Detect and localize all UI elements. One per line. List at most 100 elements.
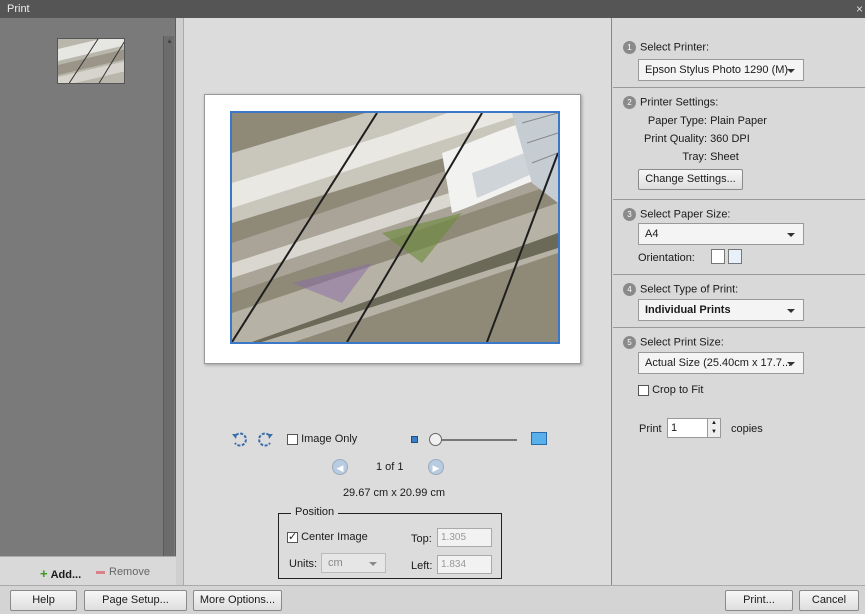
preview-panel: Image Only ◀ 1 of 1 ▶ 29.67 cm x 20.99 c… xyxy=(176,18,612,585)
orientation-row: Orientation: xyxy=(638,252,695,264)
units-select[interactable]: cm xyxy=(321,553,386,573)
units-value: cm xyxy=(328,557,343,569)
top-label: Top: xyxy=(411,533,432,545)
copies-label: copies xyxy=(731,423,763,435)
page-setup-button[interactable]: Page Setup... xyxy=(84,590,187,611)
add-button[interactable]: + Add... xyxy=(40,566,81,581)
orientation-label: Orientation: xyxy=(638,252,695,264)
print-size-select[interactable]: Actual Size (25.40cm x 17.7... xyxy=(638,352,804,374)
position-legend: Position xyxy=(291,506,339,518)
print-button[interactable]: Print... xyxy=(725,590,793,611)
copies-value: 1 xyxy=(671,422,678,434)
copies-spinner[interactable]: ▲ ▼ xyxy=(707,419,720,437)
zoom-out-icon[interactable] xyxy=(411,436,418,443)
print-type-heading: 4 Select Type of Print: xyxy=(623,283,738,296)
image-only-checkbox[interactable] xyxy=(287,433,298,445)
print-type-section: 4 Select Type of Print: Individual Prints xyxy=(613,275,865,328)
crop-to-fit-checkbox[interactable] xyxy=(638,384,649,396)
change-settings-button[interactable]: Change Settings... xyxy=(638,169,743,190)
print-quality-value: 360 DPI xyxy=(710,133,750,145)
zoom-in-icon[interactable] xyxy=(531,432,547,445)
chevron-down-icon xyxy=(369,562,377,566)
plus-icon: + xyxy=(40,566,48,581)
photo-preview[interactable] xyxy=(230,111,560,344)
paper-size-value: A4 xyxy=(645,228,659,240)
next-page-button[interactable]: ▶ xyxy=(428,459,444,475)
rotate-left-icon[interactable] xyxy=(231,431,249,449)
paper-size-section: 3 Select Paper Size: A4 Orientation: xyxy=(613,200,865,275)
chevron-down-icon xyxy=(787,309,795,313)
printer-settings-section: 2 Printer Settings: Paper Type: Plain Pap… xyxy=(613,88,865,200)
zoom-slider-knob[interactable] xyxy=(429,433,442,446)
copies-field[interactable]: 1 ▲ ▼ xyxy=(667,418,721,438)
zoom-slider[interactable] xyxy=(431,439,517,441)
print-type-title: Select Type of Print: xyxy=(640,283,739,296)
previous-page-button[interactable]: ◀ xyxy=(332,459,348,475)
minus-icon xyxy=(96,570,105,574)
step-number-icon: 5 xyxy=(623,336,636,349)
print-size-section: 5 Select Print Size: Actual Size (25.40cm… xyxy=(613,328,865,448)
close-icon[interactable]: × xyxy=(856,0,863,18)
chevron-down-icon xyxy=(787,362,795,366)
settings-panel: 1 Select Printer: Epson Stylus Photo 1290… xyxy=(613,18,865,585)
step-number-icon: 4 xyxy=(623,283,636,296)
remove-label: Remove xyxy=(109,566,150,578)
printer-value: Epson Stylus Photo 1290 (M) xyxy=(645,64,789,76)
dialog-footer: Help Page Setup... More Options... Print… xyxy=(0,585,865,614)
center-image-checkbox[interactable] xyxy=(287,530,298,543)
paper-preview xyxy=(204,94,581,364)
scroll-up-icon[interactable]: ▲ xyxy=(166,38,173,45)
tray-row: Tray: Sheet xyxy=(637,151,739,163)
select-printer-section: 1 Select Printer: Epson Stylus Photo 1290… xyxy=(613,18,865,88)
paper-size-select[interactable]: A4 xyxy=(638,223,804,245)
photo-thumbnail[interactable] xyxy=(57,38,125,84)
chevron-down-icon xyxy=(787,233,795,237)
image-only-toggle[interactable]: Image Only xyxy=(287,433,357,445)
help-button[interactable]: Help xyxy=(10,590,77,611)
step-number-icon: 3 xyxy=(623,208,636,221)
tray-value: Sheet xyxy=(710,151,739,163)
rotate-right-icon[interactable] xyxy=(256,431,274,449)
tray-label: Tray: xyxy=(682,151,707,163)
select-printer-title: Select Printer: xyxy=(640,41,710,54)
splitter[interactable] xyxy=(176,18,184,585)
print-type-select[interactable]: Individual Prints xyxy=(638,299,804,321)
paper-type-row: Paper Type: Plain Paper xyxy=(637,115,767,127)
print-quality-row: Print Quality: 360 DPI xyxy=(637,133,750,145)
print-size-title: Select Print Size: xyxy=(640,336,724,349)
print-quality-label: Print Quality: xyxy=(644,133,707,145)
paper-size-heading: 3 Select Paper Size: xyxy=(623,208,731,221)
units-label: Units: xyxy=(289,558,318,570)
top-field[interactable]: 1.305 xyxy=(437,528,492,547)
paper-type-label: Paper Type: xyxy=(647,115,707,127)
landscape-orientation-icon[interactable] xyxy=(728,249,742,264)
print-label: Print xyxy=(639,423,662,435)
left-label: Left: xyxy=(411,560,433,572)
cancel-button[interactable]: Cancel xyxy=(799,590,859,611)
print-size-heading: 5 Select Print Size: xyxy=(623,336,724,349)
thumbnail-panel: ▲ ▼ +Add... Remove xyxy=(0,18,176,585)
chevron-down-icon xyxy=(787,69,795,73)
paper-size-title: Select Paper Size: xyxy=(640,208,731,221)
center-image-toggle[interactable]: Center Image xyxy=(287,530,368,543)
print-size-value: Actual Size (25.40cm x 17.7... xyxy=(645,357,792,369)
step-number-icon: 1 xyxy=(623,41,636,54)
crop-to-fit-toggle[interactable]: Crop to Fit xyxy=(638,384,703,396)
preview-controls: Image Only xyxy=(231,431,561,449)
image-only-label: Image Only xyxy=(301,433,358,445)
print-dimensions: 29.67 cm x 20.99 cm xyxy=(342,487,446,499)
printer-select[interactable]: Epson Stylus Photo 1290 (M) xyxy=(638,59,804,81)
position-group: Position Center Image Top: 1.305 Units: … xyxy=(278,506,502,579)
step-number-icon: 2 xyxy=(623,96,636,109)
thumbnail-actions: + Add... Remove xyxy=(0,556,176,585)
portrait-orientation-icon[interactable] xyxy=(711,249,725,264)
print-type-value: Individual Prints xyxy=(645,304,731,316)
thumbnail-scrollbar[interactable]: ▲ ▼ xyxy=(163,36,174,574)
left-field[interactable]: 1.834 xyxy=(437,555,492,574)
paper-type-value: Plain Paper xyxy=(710,115,767,127)
remove-button[interactable]: Remove xyxy=(96,566,150,578)
page-indicator: 1 of 1 xyxy=(376,461,404,473)
more-options-button[interactable]: More Options... xyxy=(193,590,282,611)
orientation-buttons xyxy=(711,249,751,266)
select-printer-heading: 1 Select Printer: xyxy=(623,41,709,54)
